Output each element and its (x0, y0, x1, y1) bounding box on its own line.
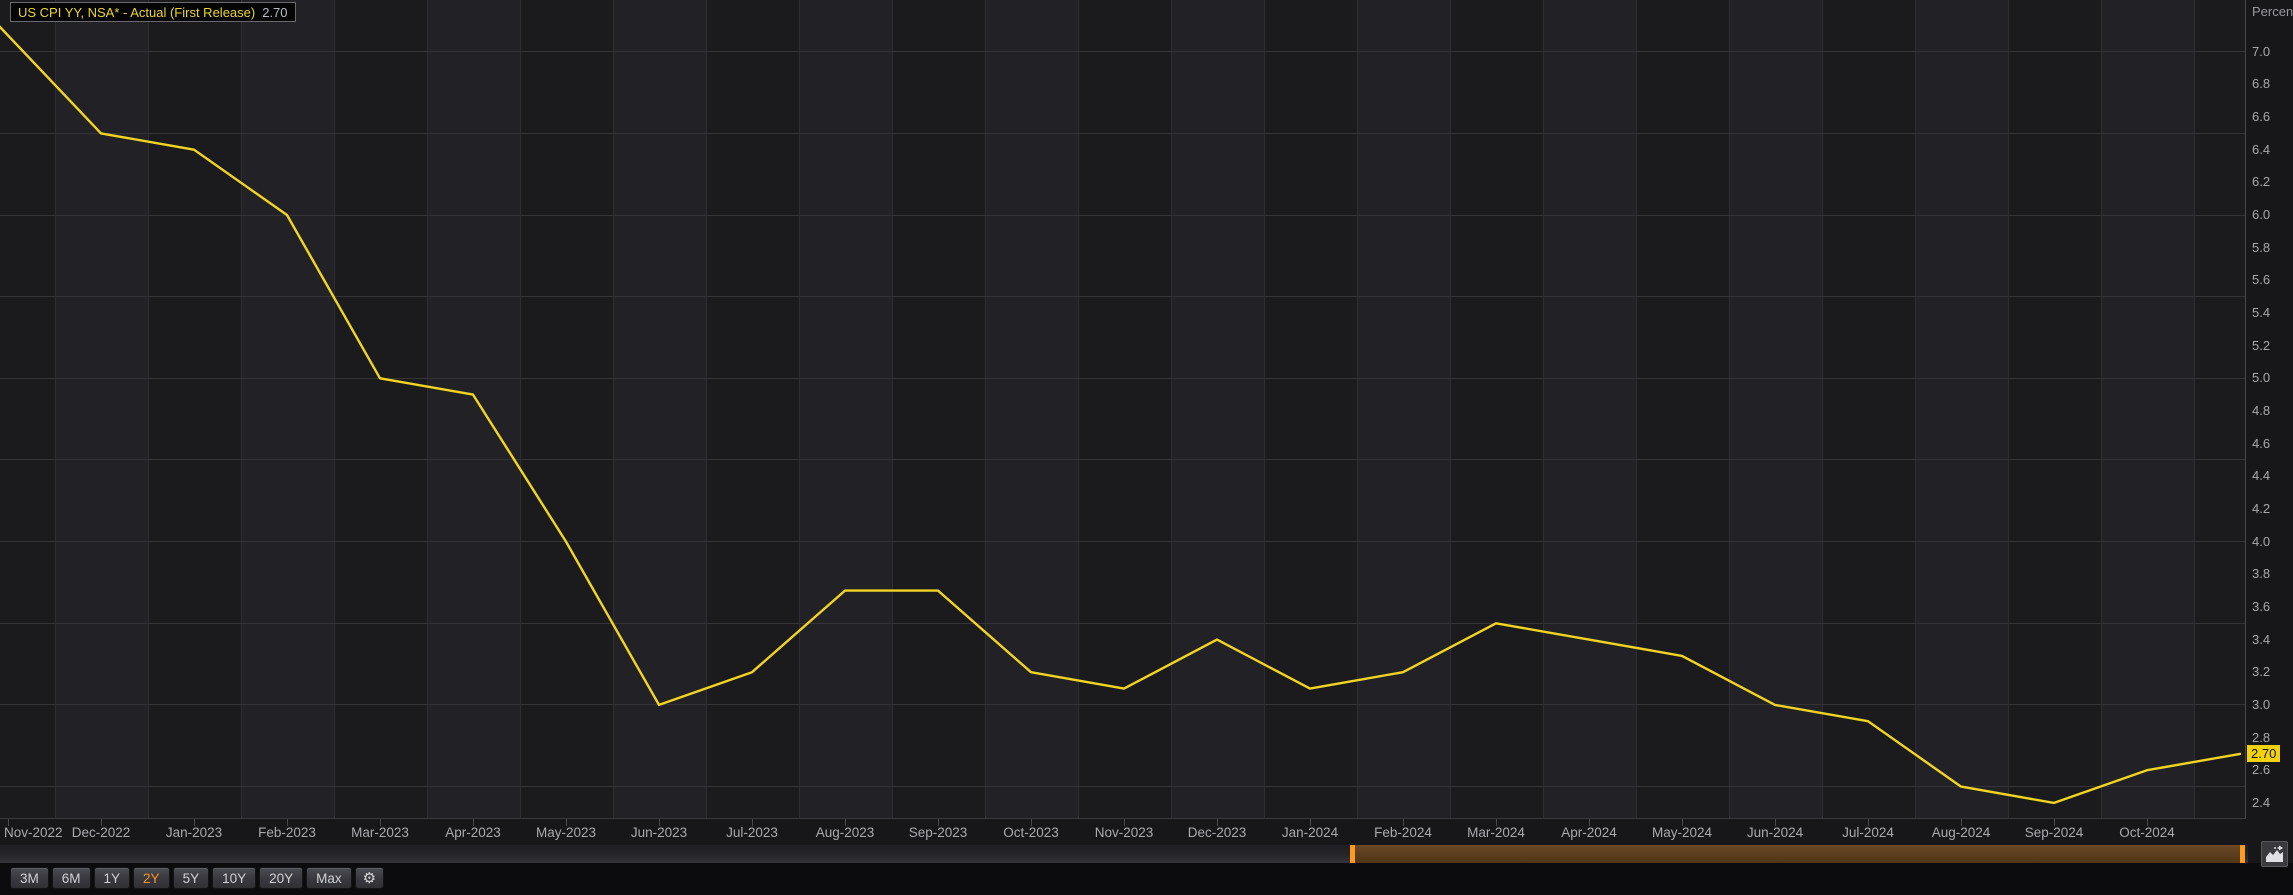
range-button-2y[interactable]: 2Y (133, 867, 170, 889)
y-axis-tick-label: 5.6 (2252, 272, 2270, 287)
x-axis-tick-label: Oct-2023 (1003, 825, 1059, 840)
x-axis-tick-label: Sep-2023 (909, 825, 968, 840)
y-axis-line (2245, 0, 2246, 819)
series-legend-label: US CPI YY, NSA* - Actual (First Release) (18, 5, 255, 20)
x-axis-tick-label: Aug-2023 (816, 825, 875, 840)
y-axis-tick-label: 6.4 (2252, 142, 2270, 157)
y-axis-tick-label: 6.6 (2252, 109, 2270, 124)
x-axis-tick-label: Jun-2024 (1747, 825, 1803, 840)
y-axis-tick-label: 5.8 (2252, 240, 2270, 255)
range-button-10y[interactable]: 10Y (212, 867, 256, 889)
y-axis-tick-label: 2.6 (2252, 762, 2270, 777)
y-axis-tick-label: 4.8 (2252, 403, 2270, 418)
x-axis-tick-label: Aug-2024 (1932, 825, 1991, 840)
x-axis-tick-label: Jan-2024 (1282, 825, 1338, 840)
x-axis-tick-label: Jun-2023 (631, 825, 687, 840)
y-axis-tick-label: 6.2 (2252, 174, 2270, 189)
y-axis-unit-label: Percent (2252, 4, 2293, 19)
x-axis-tick-label: Jan-2023 (166, 825, 222, 840)
series-legend[interactable]: US CPI YY, NSA* - Actual (First Release)… (10, 2, 296, 22)
plot-area[interactable] (0, 0, 2245, 819)
range-button-5y[interactable]: 5Y (173, 867, 210, 889)
y-axis-tick-label: 3.2 (2252, 664, 2270, 679)
range-button-1y[interactable]: 1Y (94, 867, 131, 889)
x-axis-tick-label: Feb-2024 (1374, 825, 1432, 840)
y-axis-tick-label: 5.4 (2252, 305, 2270, 320)
x-axis-tick-label: Jul-2023 (726, 825, 778, 840)
y-axis-tick-label: 6.8 (2252, 76, 2270, 91)
y-axis-tick-label: 4.4 (2252, 468, 2270, 483)
y-axis-tick-label: 3.6 (2252, 599, 2270, 614)
scrollbar-right-handle[interactable] (2240, 845, 2245, 863)
x-axis-tick-label: Mar-2023 (351, 825, 409, 840)
current-value-marker: 2.70 (2247, 745, 2280, 762)
time-range-scrollbar[interactable] (0, 845, 2248, 863)
y-axis-tick-label: 4.2 (2252, 501, 2270, 516)
jump-to-latest-button[interactable] (2261, 841, 2288, 867)
y-axis-tick-label: 3.4 (2252, 632, 2270, 647)
y-axis-tick-label: 3.8 (2252, 566, 2270, 581)
range-button-6m[interactable]: 6M (52, 867, 91, 889)
x-axis-tick-label: Oct-2024 (2119, 825, 2175, 840)
y-axis-tick-label: 5.0 (2252, 370, 2270, 385)
x-axis-tick-label: Jul-2024 (1842, 825, 1894, 840)
y-axis-tick-label: 4.6 (2252, 436, 2270, 451)
jump-to-latest-icon (2265, 845, 2284, 863)
chart-settings-button[interactable]: ⚙ (355, 867, 384, 889)
y-axis-tick-label: 7.0 (2252, 44, 2270, 59)
x-axis-tick-label: Dec-2023 (1188, 825, 1247, 840)
x-axis-tick-label: Mar-2024 (1467, 825, 1525, 840)
range-button-max[interactable]: Max (306, 867, 352, 889)
x-axis-tick-label: Feb-2023 (258, 825, 316, 840)
x-axis-tick-label: Apr-2024 (1561, 825, 1617, 840)
x-axis-tick-label: Nov-2023 (1095, 825, 1154, 840)
x-axis-tick-label: Apr-2023 (445, 825, 501, 840)
y-axis-tick-label: 6.0 (2252, 207, 2270, 222)
y-axis-tick-label: 5.2 (2252, 338, 2270, 353)
x-axis-tick-label: May-2024 (1652, 825, 1712, 840)
x-axis-tick-label: Sep-2024 (2025, 825, 2084, 840)
chart-window: US CPI YY, NSA* - Actual (First Release)… (0, 0, 2293, 895)
range-button-3m[interactable]: 3M (10, 867, 49, 889)
y-axis-tick-label: 2.8 (2252, 730, 2270, 745)
x-axis-tick-label: Nov-2022 (4, 825, 63, 840)
x-axis-tick-label: May-2023 (536, 825, 596, 840)
gear-icon: ⚙ (363, 869, 376, 887)
y-axis-tick-label: 2.4 (2252, 795, 2270, 810)
series-legend-value: 2.70 (262, 5, 287, 20)
scrollbar-left-handle[interactable] (1350, 845, 1355, 863)
x-axis-tick-label: Dec-2022 (72, 825, 131, 840)
range-button-20y[interactable]: 20Y (259, 867, 303, 889)
scrollbar-selected-region[interactable] (1350, 845, 2245, 863)
y-axis-tick-label: 3.0 (2252, 697, 2270, 712)
range-toolbar: 3M6M1Y2Y5Y10Y20YMax ⚙ (10, 867, 384, 889)
y-axis-tick-label: 4.0 (2252, 534, 2270, 549)
cpi-line-series (0, 0, 2245, 818)
